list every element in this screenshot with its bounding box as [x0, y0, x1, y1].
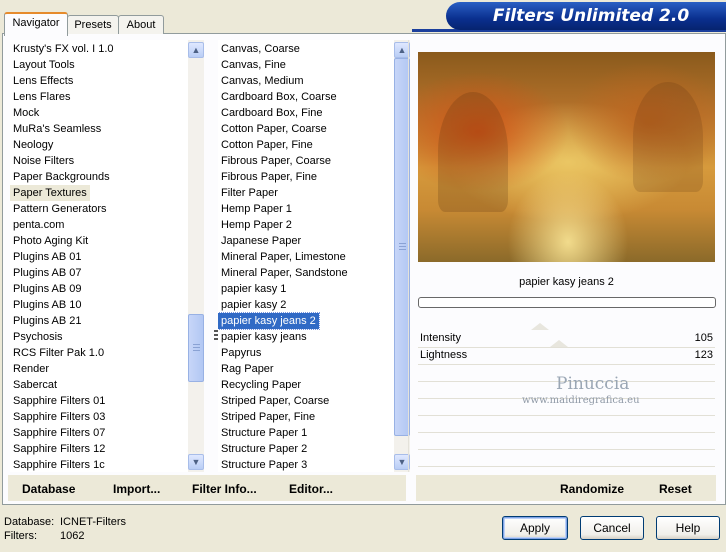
help-button[interactable]: Help [656, 516, 720, 540]
watermark-name: Pinuccia [556, 374, 630, 394]
watermark-site: www.maidiregrafica.eu [522, 395, 640, 406]
category-item[interactable]: Layout Tools [10, 57, 78, 73]
filter-item[interactable]: Mineral Paper, Sandstone [218, 265, 351, 281]
category-item[interactable]: Plugins AB 01 [10, 249, 85, 265]
preview-filter-name: papier kasy jeans 2 [519, 276, 614, 288]
filter-item[interactable]: Hemp Paper 2 [218, 217, 295, 233]
filter-item[interactable]: Structure Paper 2 [218, 441, 310, 457]
category-item[interactable]: Mock [10, 105, 42, 121]
tab-about[interactable]: About [118, 15, 164, 34]
tab-navigator[interactable]: Navigator [4, 12, 68, 36]
category-item[interactable]: Plugins AB 21 [10, 313, 85, 329]
category-item[interactable]: Sapphire Filters 01 [10, 393, 108, 409]
category-item[interactable]: Psychosis [10, 329, 66, 345]
filter-item[interactable]: Striped Paper, Coarse [218, 393, 332, 409]
category-item[interactable]: Lens Flares [10, 89, 73, 105]
cancel-button[interactable]: Cancel [580, 516, 644, 540]
category-item[interactable]: Sapphire Filters 1c [10, 457, 108, 472]
right-toolbar: Randomize Reset [416, 475, 716, 501]
left-toolbar: Database Import... Filter Info... Editor… [8, 475, 406, 501]
filter-item[interactable]: Japanese Paper [218, 233, 304, 249]
filter-item[interactable]: Recycling Paper [218, 377, 304, 393]
slider-lightness[interactable]: Lightness 123 [418, 340, 715, 365]
filter-item[interactable]: Canvas, Fine [218, 57, 289, 73]
filter-item[interactable]: Structure Paper 3 [218, 457, 310, 472]
tab-presets[interactable]: Presets [67, 15, 119, 34]
database-label: Database: [4, 516, 55, 528]
category-item[interactable]: Noise Filters [10, 153, 77, 169]
category-item[interactable]: Sapphire Filters 07 [10, 425, 108, 441]
slider-empty [418, 449, 715, 467]
category-scrollbar[interactable]: ▲ ▼ [188, 40, 204, 472]
preview-image [418, 52, 715, 262]
editor-button[interactable]: Editor... [289, 482, 333, 496]
category-item[interactable]: Neology [10, 137, 56, 153]
filter-item[interactable]: papier kasy 1 [218, 281, 289, 297]
import-button[interactable]: Import... [113, 482, 160, 496]
category-item[interactable]: Photo Aging Kit [10, 233, 91, 249]
scroll-up-icon[interactable]: ▲ [188, 42, 204, 58]
filter-item[interactable]: papier kasy jeans [218, 329, 310, 345]
filter-info-button[interactable]: Filter Info... [192, 482, 257, 496]
category-item[interactable]: RCS Filter Pak 1.0 [10, 345, 107, 361]
filter-item[interactable]: Papyrus [218, 345, 264, 361]
category-item[interactable]: Sapphire Filters 03 [10, 409, 108, 425]
filter-item[interactable]: Canvas, Medium [218, 73, 307, 89]
filter-item[interactable]: Hemp Paper 1 [218, 201, 295, 217]
filter-item[interactable]: Filter Paper [218, 185, 281, 201]
filters-count: 1062 [60, 530, 85, 542]
database-button[interactable]: Database [22, 482, 75, 496]
filter-item[interactable]: Structure Paper 1 [218, 425, 310, 441]
filter-item[interactable]: papier kasy 2 [218, 297, 289, 313]
scroll-down-icon[interactable]: ▼ [188, 454, 204, 470]
category-scroll-thumb[interactable] [188, 314, 204, 382]
reset-button[interactable]: Reset [659, 482, 692, 496]
filter-item[interactable]: Fibrous Paper, Fine [218, 169, 320, 185]
filter-item[interactable]: Cotton Paper, Fine [218, 137, 316, 153]
category-item[interactable]: MuRa's Seamless [10, 121, 104, 137]
category-item[interactable]: penta.com [10, 217, 67, 233]
category-item[interactable]: Render [10, 361, 52, 377]
category-item[interactable]: Sabercat [10, 377, 60, 393]
category-item[interactable]: Paper Backgrounds [10, 169, 113, 185]
category-item[interactable]: Plugins AB 09 [10, 281, 85, 297]
category-item[interactable]: Plugins AB 07 [10, 265, 85, 281]
category-item[interactable]: Paper Textures [10, 185, 90, 201]
filter-item[interactable]: Rag Paper [218, 361, 277, 377]
progress-bar [418, 297, 716, 308]
filter-item[interactable]: Cardboard Box, Coarse [218, 89, 340, 105]
drag-handle-icon[interactable] [214, 330, 218, 342]
filter-item[interactable]: Cotton Paper, Coarse [218, 121, 330, 137]
category-item[interactable]: Krusty's FX vol. I 1.0 [10, 41, 117, 57]
category-item[interactable]: Pattern Generators [10, 201, 110, 217]
filter-item[interactable]: Mineral Paper, Limestone [218, 249, 349, 265]
category-item[interactable]: Sapphire Filters 12 [10, 441, 108, 457]
filter-item[interactable]: papier kasy jeans 2 [218, 312, 320, 330]
category-item[interactable]: Plugins AB 10 [10, 297, 85, 313]
filter-item[interactable]: Canvas, Coarse [218, 41, 303, 57]
filter-list[interactable]: Canvas, Coarse Canvas, Fine Canvas, Medium… [218, 40, 394, 472]
filters-label: Filters: [4, 530, 37, 542]
category-item[interactable]: Lens Effects [10, 73, 76, 89]
filter-item[interactable]: Fibrous Paper, Coarse [218, 153, 334, 169]
panel-divider [408, 40, 409, 472]
slider-value: 123 [694, 349, 713, 361]
database-value: ICNET-Filters [60, 516, 126, 528]
slider-label: Intensity [420, 332, 461, 344]
category-list[interactable]: Krusty's FX vol. I 1.0 Layout Tools Lens E… [10, 40, 188, 472]
app-title: Filters Unlimited 2.0 [492, 6, 690, 26]
slider-empty [418, 432, 715, 450]
slider-label: Lightness [420, 349, 468, 361]
slider-value: 105 [694, 332, 713, 344]
slider-empty [418, 415, 715, 433]
randomize-button[interactable]: Randomize [560, 482, 624, 496]
filter-item[interactable]: Cardboard Box, Fine [218, 105, 326, 121]
filter-item[interactable]: Striped Paper, Fine [218, 409, 318, 425]
apply-button[interactable]: Apply [502, 516, 568, 540]
